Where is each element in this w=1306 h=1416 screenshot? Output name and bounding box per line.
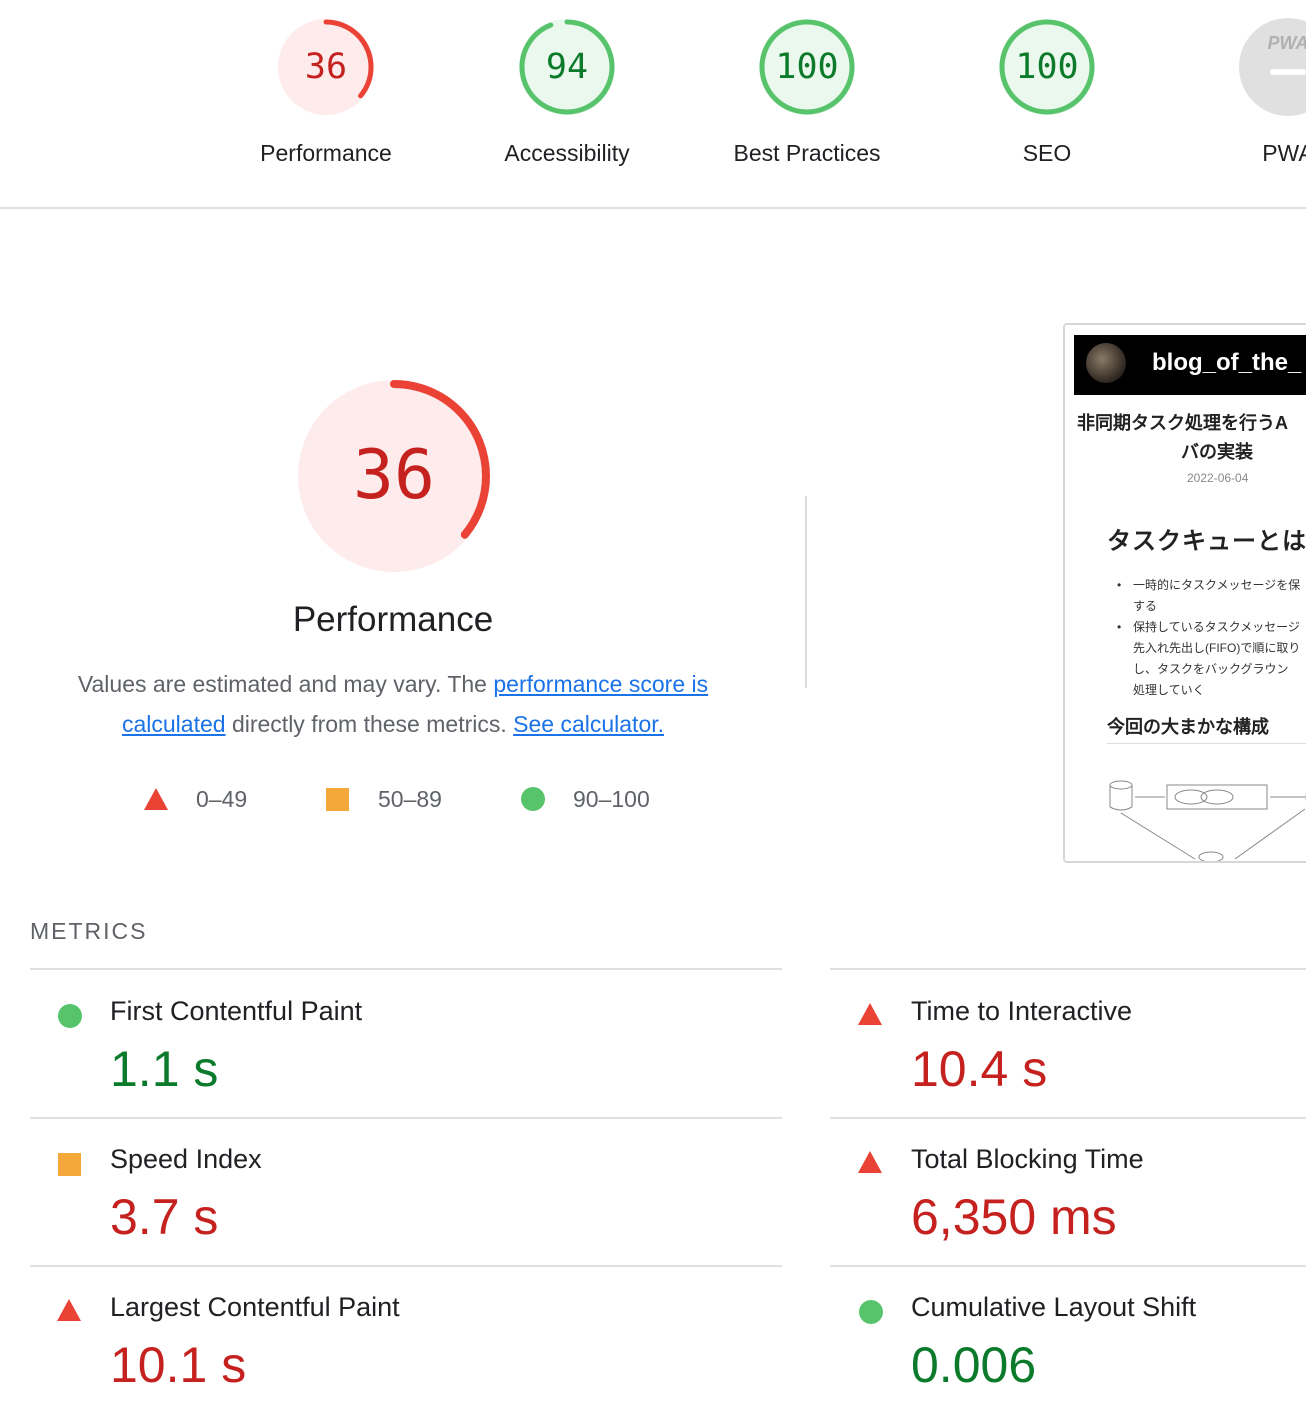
see-calculator-link[interactable]: See calculator.	[513, 711, 664, 737]
score-summary-bar: 36 Performance 94 Accessibility 100 Best…	[0, 0, 1306, 209]
pwa-badge-icon: PWA	[1239, 18, 1306, 116]
pass-circle-icon	[859, 1300, 883, 1324]
metrics-divider	[830, 1265, 1306, 1267]
metric-value: 6,350 ms	[911, 1189, 1117, 1245]
thumb-list-item-cont: する	[1133, 599, 1158, 613]
metric-value: 10.1 s	[110, 1337, 247, 1393]
thumb-brand: blog_of_the_	[1152, 349, 1302, 376]
gauge-seo-score: 100	[1015, 47, 1079, 87]
legend-pass-range: 90–100	[573, 786, 650, 812]
final-screenshot-thumbnail[interactable]: blog_of_the_ 非同期タスク処理を行うA バの実装 2022-06-0…	[1063, 323, 1306, 863]
metrics-divider	[30, 1265, 782, 1267]
performance-title: Performance	[292, 600, 494, 639]
thumb-date: 2022-06-04	[1187, 471, 1249, 485]
metric-total-blocking-time: Total Blocking Time 6,350 ms	[831, 1120, 1306, 1268]
metric-label: Total Blocking Time	[911, 1144, 1144, 1174]
metric-label: Time to Interactive	[911, 996, 1133, 1026]
thumb-title-line1: 非同期タスク処理を行うA	[1077, 413, 1288, 433]
thumb-list-item: 一時的にタスクメッセージを保	[1133, 578, 1301, 592]
thumb-architecture-diagram	[1109, 780, 1306, 861]
metric-label: Cumulative Layout Shift	[911, 1292, 1197, 1322]
metrics-heading: METRICS	[30, 918, 148, 944]
thumb-list: • 一時的にタスクメッセージを保 する • 保持しているタスクメッセージ 先入れ先出…	[1117, 575, 1300, 701]
metrics-divider	[830, 1117, 1306, 1119]
metric-label: Largest Contentful Paint	[110, 1292, 400, 1322]
metrics-divider	[830, 968, 1306, 970]
metric-first-contentful-paint: First Contentful Paint 1.1 s	[30, 972, 790, 1120]
average-square-icon	[58, 1153, 81, 1176]
thumb-avatar	[1086, 343, 1126, 383]
gauge-accessibility[interactable]: 94	[517, 17, 617, 117]
description-text-1: Values are estimated and may vary. The	[77, 671, 494, 697]
circle-icon	[521, 787, 545, 811]
gauge-performance-score: 36	[304, 47, 348, 87]
gauge-seo-label[interactable]: SEO	[937, 140, 1157, 167]
metric-value: 3.7 s	[110, 1189, 219, 1245]
thumb-article-title: 非同期タスク処理を行うA バの実装	[1077, 409, 1306, 467]
vertical-divider	[805, 496, 807, 688]
metrics-divider	[30, 968, 782, 970]
pass-circle-icon	[58, 1004, 82, 1028]
gauge-performance-label[interactable]: Performance	[216, 140, 436, 167]
fail-triangle-icon	[57, 1299, 81, 1321]
thumb-list-item-cont: 処理していく	[1133, 683, 1205, 697]
metric-label: First Contentful Paint	[110, 996, 363, 1026]
metric-largest-contentful-paint: Largest Contentful Paint 10.1 s	[30, 1268, 790, 1416]
gauge-best-practices-label[interactable]: Best Practices	[697, 140, 917, 167]
gauge-accessibility-score: 94	[545, 47, 589, 87]
metric-label: Speed Index	[110, 1144, 262, 1174]
legend-fail-range: 0–49	[196, 786, 248, 812]
metric-value: 0.006	[911, 1337, 1037, 1393]
metric-value: 10.4 s	[911, 1041, 1048, 1097]
thumb-site-header: blog_of_the_	[1074, 335, 1306, 395]
performance-score: 36	[353, 436, 435, 515]
gauge-pwa-label[interactable]: PWA	[1178, 140, 1306, 167]
performance-gauge-large: 36	[296, 378, 492, 574]
performance-description: Values are estimated and may vary. The p…	[45, 664, 741, 744]
thumb-heading: タスクキューとは	[1107, 528, 1306, 555]
metric-speed-index: Speed Index 3.7 s	[30, 1120, 790, 1268]
gauge-best-practices-score: 100	[775, 47, 839, 87]
thumb-list-item-cont: 先入れ先出し(FIFO)で順に取り	[1133, 641, 1301, 655]
gauge-accessibility-label[interactable]: Accessibility	[457, 140, 677, 167]
gauge-performance[interactable]: 36	[276, 17, 376, 117]
triangle-icon	[144, 788, 168, 810]
metrics-divider	[30, 1117, 782, 1119]
gauge-seo[interactable]: 100	[997, 17, 1097, 117]
thumb-subheading: 今回の大まかな構成	[1107, 717, 1269, 737]
thumb-title-line2: バの実装	[1181, 442, 1253, 462]
pwa-badge-text: PWA	[1267, 33, 1306, 53]
metric-cumulative-layout-shift: Cumulative Layout Shift 0.006	[831, 1268, 1306, 1416]
metric-time-to-interactive: Time to Interactive 10.4 s	[831, 972, 1306, 1120]
thumb-rule	[1107, 743, 1306, 744]
square-icon	[326, 788, 349, 811]
gauge-best-practices[interactable]: 100	[757, 17, 857, 117]
legend-average-range: 50–89	[378, 786, 442, 812]
fail-triangle-icon	[858, 1003, 882, 1025]
metric-value: 1.1 s	[110, 1041, 219, 1097]
thumb-list-item-cont: し、タスクをバックグラウン	[1133, 662, 1289, 676]
gauge-pwa[interactable]: PWA	[1238, 17, 1306, 117]
thumb-list-item: 保持しているタスクメッセージ	[1133, 620, 1300, 634]
fail-triangle-icon	[858, 1151, 882, 1173]
description-text-2: directly from these metrics.	[225, 711, 514, 737]
